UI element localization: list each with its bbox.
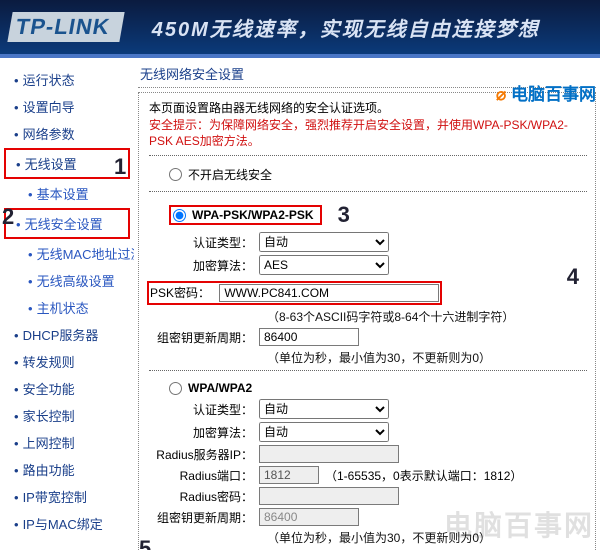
main-panel: ⌀ 电脑百事网 无线网络安全设置 本页面设置路由器无线网络的安全认证选项。 安全…: [134, 58, 600, 550]
sidebar-item-0[interactable]: 运行状态: [0, 66, 134, 93]
section-disable: 不开启无线安全: [149, 155, 587, 191]
sidebar-item-3[interactable]: 无线设置: [4, 148, 130, 179]
wpa-auth-select[interactable]: 自动: [259, 399, 389, 419]
sidebar-item-4[interactable]: 基本设置: [0, 180, 134, 207]
radio-wpa[interactable]: [169, 382, 182, 395]
watermark-logo: ⌀ 电脑百事网: [496, 80, 596, 105]
sidebar-item-13[interactable]: 上网控制: [0, 429, 134, 456]
sidebar-item-2[interactable]: 网络参数: [0, 120, 134, 147]
top-banner: TP-LINK 450M无线速率，实现无线自由连接梦想: [0, 0, 600, 54]
sidebar-item-15[interactable]: IP带宽控制: [0, 483, 134, 510]
wpa-psk-rekey-hint: （单位为秒，最小值为30，不更新则为0）: [267, 349, 587, 366]
radius-port-hint: （1-65535，0表示默认端口：1812）: [325, 467, 522, 484]
wpa-psk-auth-select[interactable]: 自动: [259, 232, 389, 252]
sidebar-item-12[interactable]: 家长控制: [0, 402, 134, 429]
radius-ip-input[interactable]: [259, 445, 399, 463]
wpa-psk-enc-select[interactable]: AES: [259, 255, 389, 275]
sidebar-item-9[interactable]: DHCP服务器: [0, 321, 134, 348]
banner-tagline: 450M无线速率，实现无线自由连接梦想: [152, 13, 540, 42]
section-wpa-psk: WPA-PSK/WPA2-PSK 3 认证类型： 自动 加密算法： AES PS…: [149, 191, 587, 370]
wpa-enc-label: 加密算法：: [149, 424, 259, 441]
radio-disable-security[interactable]: [169, 168, 182, 181]
sidebar-item-8[interactable]: 主机状态: [0, 294, 134, 321]
annotation-1: 1: [114, 154, 126, 180]
annotation-5: 5: [139, 536, 151, 550]
radio-disable-label: 不开启无线安全: [188, 166, 272, 183]
wpa-psk-rekey-label: 组密钥更新周期：: [149, 329, 259, 346]
panel-body: 本页面设置路由器无线网络的安全认证选项。 安全提示：为保障网络安全，强烈推荐开启…: [138, 92, 596, 550]
panel-warning: 安全提示：为保障网络安全，强烈推荐开启安全设置，并使用WPA-PSK/WPA2-…: [149, 118, 587, 149]
radius-port-input[interactable]: [259, 466, 319, 484]
sidebar-item-7[interactable]: 无线高级设置: [0, 267, 134, 294]
radio-wpa-psk-label: WPA-PSK/WPA2-PSK: [192, 208, 314, 222]
radius-ip-label: Radius服务器IP：: [149, 446, 259, 463]
radio-wpa-psk[interactable]: [173, 209, 186, 222]
watermark-big: 电脑百事网: [444, 504, 594, 544]
psk-password-hint: （8-63个ASCII码字符或8-64个十六进制字符）: [267, 308, 587, 325]
psk-password-input[interactable]: [219, 284, 439, 302]
wpa-auth-label: 认证类型：: [149, 401, 259, 418]
annotation-4: 4: [567, 264, 579, 290]
wpa-psk-rekey-input[interactable]: [259, 328, 359, 346]
annotation-3: 3: [338, 202, 350, 228]
wpa-psk-enc-label: 加密算法：: [149, 257, 259, 274]
radius-pwd-label: Radius密码：: [149, 488, 259, 505]
psk-password-label: PSK密码：: [150, 286, 216, 300]
wpa-enc-select[interactable]: 自动: [259, 422, 389, 442]
sidebar-nav: 运行状态设置向导网络参数无线设置基本设置无线安全设置无线MAC地址过滤无线高级设…: [0, 58, 134, 550]
sidebar-item-14[interactable]: 路由功能: [0, 456, 134, 483]
wpa-rekey-input[interactable]: [259, 508, 359, 526]
sidebar-item-16[interactable]: IP与MAC绑定: [0, 510, 134, 537]
sidebar-item-6[interactable]: 无线MAC地址过滤: [0, 240, 134, 267]
radius-port-label: Radius端口：: [149, 467, 259, 484]
wpa-rekey-label: 组密钥更新周期：: [149, 509, 259, 526]
radius-pwd-input[interactable]: [259, 487, 399, 505]
sidebar-item-11[interactable]: 安全功能: [0, 375, 134, 402]
annotation-2: 2: [2, 204, 14, 230]
sidebar-item-5[interactable]: 无线安全设置: [4, 208, 130, 239]
sidebar-item-1[interactable]: 设置向导: [0, 93, 134, 120]
sidebar-item-10[interactable]: 转发规则: [0, 348, 134, 375]
radio-wpa-label: WPA/WPA2: [188, 381, 252, 395]
wpa-psk-auth-label: 认证类型：: [149, 234, 259, 251]
brand-logo: TP-LINK: [7, 12, 124, 42]
